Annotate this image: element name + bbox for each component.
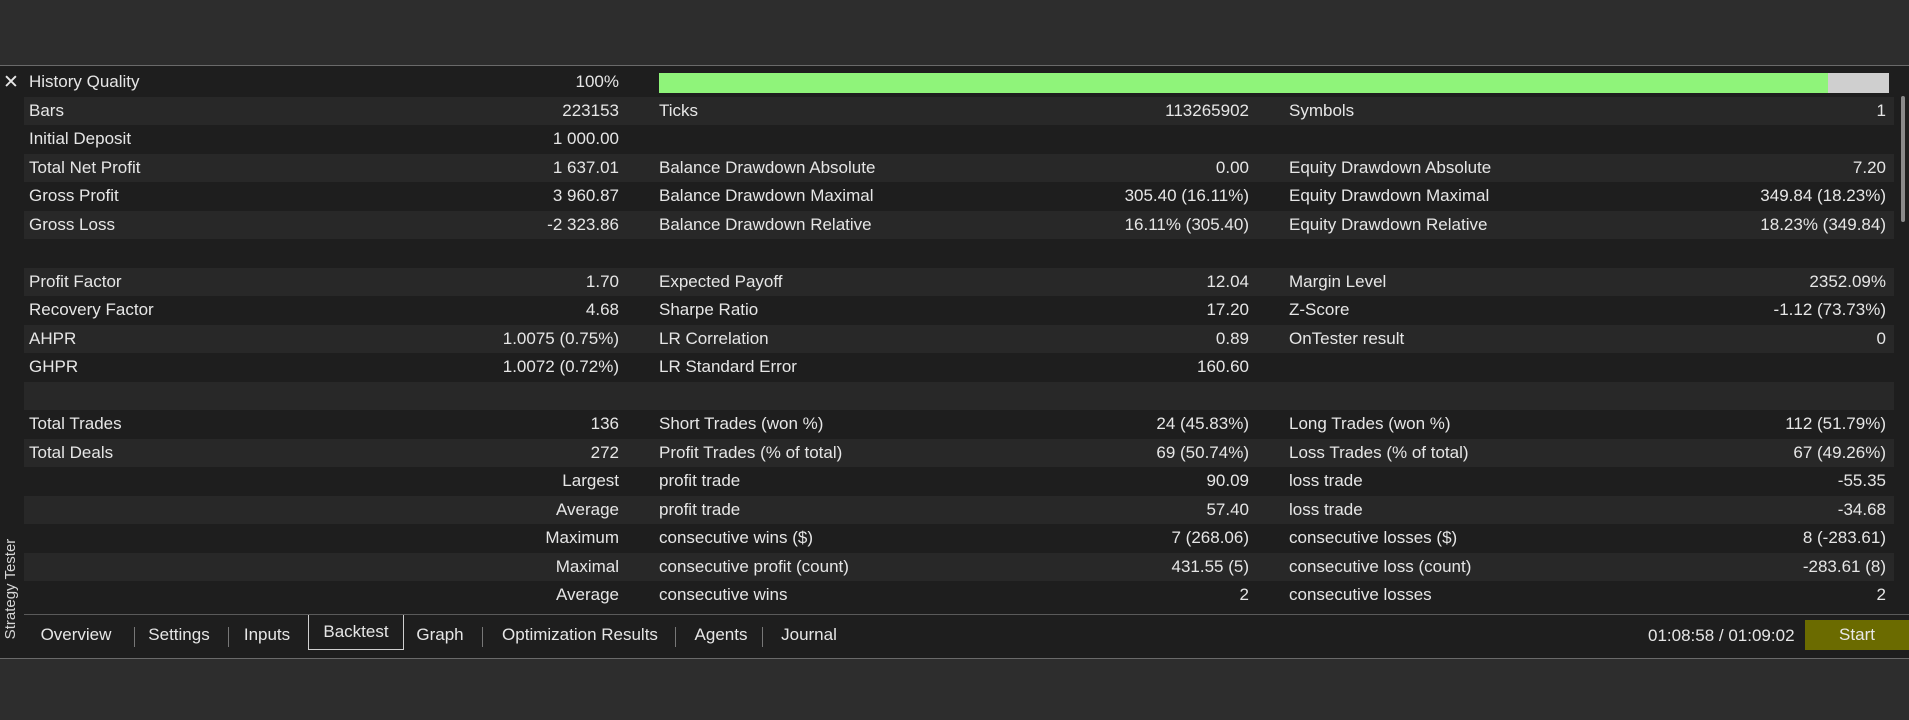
history-quality-bar: [659, 73, 1889, 93]
report-row: Total Trades 136 Short Trades (won %) 24 (4…: [24, 410, 1894, 439]
report-row: Gross Profit 3 960.87 Balance Drawdown Max…: [24, 182, 1894, 211]
report-row: Recovery Factor 4.68 Sharpe Ratio 17.20 Z-Sc…: [24, 296, 1894, 325]
tab-separator: [762, 627, 763, 647]
tab-journal[interactable]: Journal: [772, 620, 846, 650]
report-row: Average consecutive wins 2 consecutive loss…: [24, 581, 1894, 610]
report-value-v3: -34.68: [1837, 499, 1886, 519]
tab-settings[interactable]: Settings: [146, 620, 212, 650]
report-row: Total Deals 272 Profit Trades (% of total)…: [24, 438, 1894, 467]
elapsed-timer: 01:08:58 / 01:09:02: [1648, 626, 1795, 645]
tab-separator: [228, 627, 229, 647]
tab-backtest[interactable]: Backtest: [308, 615, 404, 650]
report-value-v3: 67 (49.26%): [1793, 442, 1886, 462]
strategy-tester-panel: ✕ Strategy Tester History Quality 100% B…: [0, 65, 1909, 659]
report-value-v2: 160.60: [1197, 357, 1249, 376]
report-row: AHPR 1.0075 (0.75%) LR Correlation 0.89 OnTe…: [24, 324, 1894, 353]
tab-separator: [675, 627, 676, 647]
report-row: Average profit trade 57.40 loss trade -34.68: [24, 495, 1894, 524]
report-value-v3: 0: [1876, 328, 1886, 348]
report-row: Gross Loss -2 323.86 Balance Drawdown Rela…: [24, 210, 1894, 239]
side-title-strip: Strategy Tester: [0, 66, 22, 658]
side-title: Strategy Tester: [2, 538, 19, 640]
history-quality-row: History Quality 100%: [24, 68, 1894, 97]
backtest-report: History Quality 100% Bars 223153 Ticks 1132…: [24, 68, 1894, 610]
report-value-v3: -283.61 (8): [1802, 556, 1886, 576]
report-row: GHPR 1.0072 (0.72%) LR Standard Error 160.6…: [24, 353, 1894, 382]
report-value-v3: 7.20: [1852, 157, 1886, 177]
report-row: Maximum consecutive wins ($) 7 (268.06) con…: [24, 524, 1894, 553]
report-value-v3: 2: [1876, 585, 1886, 604]
report-row: Maximal consecutive profit (count) 431.55 …: [24, 552, 1894, 581]
report-value-v3: 349.84 (18.23%): [1760, 186, 1886, 205]
report-row: Bars 223153 Ticks 113265902 Symbols 1: [24, 96, 1894, 125]
tab-optimization-results[interactable]: Optimization Results: [494, 620, 666, 650]
report-value-v3: 1: [1876, 100, 1886, 120]
start-button[interactable]: Start: [1805, 620, 1909, 650]
report-value-v1: 1 000.00: [552, 129, 619, 148]
tab-graph[interactable]: Graph: [412, 620, 468, 650]
history-quality-value: 100%: [575, 72, 619, 91]
report-value-v3: -1.12 (73.73%): [1773, 300, 1886, 319]
report-row: [24, 239, 1894, 268]
report-row: Total Net Profit 1 637.01 Balance Drawdown…: [24, 153, 1894, 182]
tab-inputs[interactable]: Inputs: [239, 620, 295, 650]
report-value-v3: 112 (51.79%): [1785, 414, 1886, 433]
report-value-v3: 8 (-283.61): [1802, 528, 1886, 547]
report-value-v3: 2352.09%: [1809, 271, 1886, 291]
tab-agents[interactable]: Agents: [686, 620, 756, 650]
report-row: Profit Factor 1.70 Expected Payoff 12.04 Mar…: [24, 267, 1894, 296]
tab-overview[interactable]: Overview: [36, 620, 116, 650]
history-quality-fill: [659, 73, 1828, 93]
report-row: Initial Deposit 1 000.00: [24, 125, 1894, 154]
tab-bar: Overview Settings Inputs Backtest Graph …: [24, 614, 1909, 655]
tab-separator: [482, 627, 483, 647]
report-value-v3: -55.35: [1837, 471, 1886, 490]
tab-separator: [134, 627, 135, 647]
report-row: Largest profit trade 90.09 loss trade -55.35: [24, 467, 1894, 496]
report-value-v3: 18.23% (349.84): [1760, 214, 1886, 234]
report-row: [24, 381, 1894, 410]
vertical-scrollbar[interactable]: [1901, 96, 1905, 222]
